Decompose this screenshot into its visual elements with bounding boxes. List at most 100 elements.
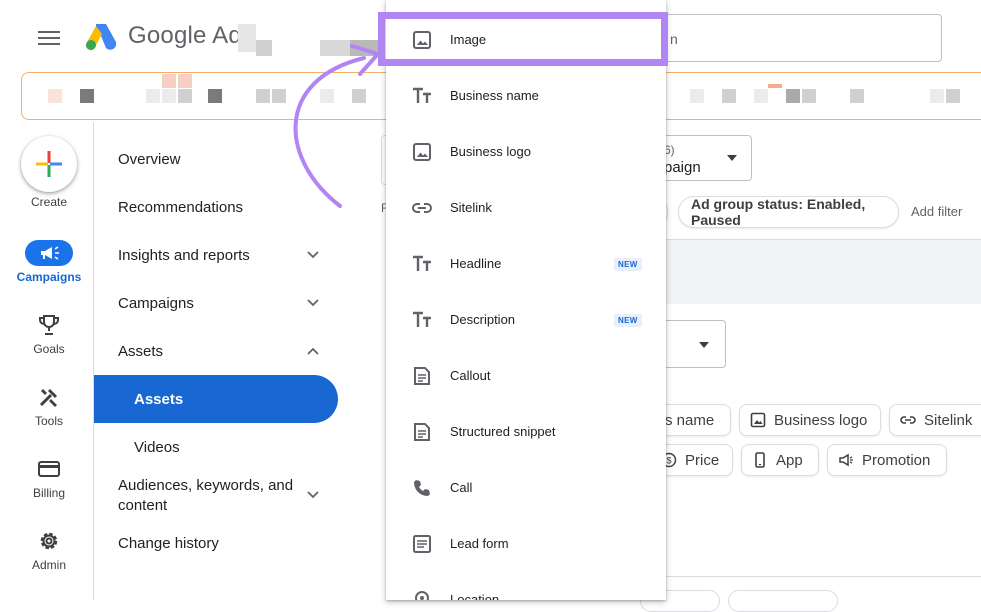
nav-assets-group[interactable]: Assets xyxy=(118,343,163,360)
menu-icon-bar xyxy=(38,31,60,33)
chip-app[interactable]: App xyxy=(741,444,819,476)
trophy-icon[interactable] xyxy=(37,313,61,337)
chip-label: Business logo xyxy=(774,411,868,429)
chip-sitelink[interactable]: Sitelink xyxy=(889,404,981,436)
menu-icon-bar xyxy=(38,43,60,45)
megaphone-icon xyxy=(839,453,853,467)
phone-icon xyxy=(414,480,430,496)
chip-promotion[interactable]: Promotion xyxy=(827,444,947,476)
menu-item-callout[interactable]: Callout xyxy=(386,348,666,404)
highlight-box xyxy=(378,12,668,66)
menu-item-label: Location xyxy=(450,592,500,600)
nav-audiences-line2[interactable]: content xyxy=(118,497,167,514)
document-icon xyxy=(414,367,430,385)
menu-item-call[interactable]: Call xyxy=(386,460,666,516)
nav-recommendations[interactable]: Recommendations xyxy=(118,199,243,216)
menu-item-label: Business logo xyxy=(450,144,531,159)
redacted-pixel xyxy=(850,89,864,103)
campaign-selector-label: paign xyxy=(664,159,701,176)
redacted-pixel xyxy=(930,89,944,103)
redacted-pixel xyxy=(208,89,222,103)
redacted-pixel xyxy=(162,89,176,103)
menu-item-description[interactable]: Description NEW xyxy=(386,292,666,348)
redacted-pixel xyxy=(754,89,768,103)
nav-audiences-line1[interactable]: Audiences, keywords, and xyxy=(118,477,293,494)
menu-item-label: Sitelink xyxy=(450,200,492,215)
credit-card-icon[interactable] xyxy=(37,457,61,481)
menu-item-label: Description xyxy=(450,312,516,327)
phone-app-icon xyxy=(755,452,765,468)
menu-item-structured-snippet[interactable]: Structured snippet xyxy=(386,404,666,460)
redacted-pixel xyxy=(256,89,270,103)
chip-business-logo[interactable]: Business logo xyxy=(739,404,881,436)
menu-item-lead-form[interactable]: Lead form xyxy=(386,516,666,572)
tools-icon[interactable] xyxy=(37,385,61,409)
redacted-pixel xyxy=(178,74,192,88)
redacted-pixel xyxy=(946,89,960,103)
redacted-pixel xyxy=(768,84,782,88)
nav-assets-active[interactable] xyxy=(94,375,338,423)
menu-item-label: Lead form xyxy=(450,536,509,551)
tools-label: Tools xyxy=(34,414,63,428)
menu-item-business-logo[interactable]: Business logo xyxy=(386,124,666,180)
caret-down-icon xyxy=(699,342,709,348)
text-icon xyxy=(413,87,431,103)
redacted-pixel xyxy=(162,74,176,88)
chip-label: Sitelink xyxy=(924,411,973,429)
create-label: Create xyxy=(30,195,68,209)
chip-label: App xyxy=(776,451,803,469)
redacted-block xyxy=(256,40,272,56)
create-button[interactable] xyxy=(21,136,77,192)
chevron-down-icon[interactable] xyxy=(306,248,320,262)
link-icon xyxy=(900,416,916,424)
chevron-up-icon[interactable] xyxy=(306,344,320,358)
ad-group-status-label: Ad group status: Enabled, Paused xyxy=(691,196,866,228)
redacted-pixel xyxy=(80,89,94,103)
main-menu-button[interactable] xyxy=(38,28,60,48)
search-input-text: n xyxy=(670,31,678,47)
nav-campaigns[interactable]: Campaigns xyxy=(118,295,194,312)
google-ads-logo[interactable] xyxy=(84,22,118,52)
form-icon xyxy=(413,535,431,553)
text-icon xyxy=(413,311,431,327)
menu-icon-bar xyxy=(38,37,60,39)
menu-item-business-name[interactable]: Business name xyxy=(386,68,666,124)
ad-group-status-filter[interactable]: Ad group status: Enabled, Paused xyxy=(678,196,899,228)
annotation-arrow-icon xyxy=(293,44,380,208)
admin-label: Admin xyxy=(31,558,66,572)
add-filter-link[interactable]: Add filter xyxy=(911,204,962,219)
nav-overview[interactable]: Overview xyxy=(118,151,181,168)
rail-divider xyxy=(93,122,94,600)
redacted-pixel xyxy=(146,89,160,103)
nav-assets-label: Assets xyxy=(134,391,184,408)
chip-label: Price xyxy=(685,451,720,469)
redacted-pixel xyxy=(722,89,736,103)
image-icon xyxy=(413,143,431,161)
nav-insights-and-reports[interactable]: Insights and reports xyxy=(118,247,250,264)
document-icon xyxy=(414,423,430,441)
bottom-chip[interactable] xyxy=(728,590,838,612)
nav-change-history[interactable]: Change history xyxy=(118,535,219,552)
nav-videos[interactable]: Videos xyxy=(134,439,180,456)
campaigns-rail-button[interactable] xyxy=(25,240,73,266)
product-name: Google Ads xyxy=(128,22,255,49)
text-icon xyxy=(413,255,431,271)
menu-item-label: Structured snippet xyxy=(450,424,556,439)
chip-label: Promotion xyxy=(862,451,931,469)
divider xyxy=(666,576,981,577)
link-icon xyxy=(412,203,432,213)
redacted-pixel xyxy=(786,89,800,103)
redacted-pixel xyxy=(690,89,704,103)
menu-item-label: Business name xyxy=(450,88,539,103)
menu-item-sitelink[interactable]: Sitelink xyxy=(386,180,666,236)
menu-item-label: Headline xyxy=(450,256,502,271)
menu-item-label: Call xyxy=(450,480,473,495)
chevron-down-icon[interactable] xyxy=(306,488,320,502)
gear-icon[interactable] xyxy=(37,529,61,553)
menu-item-location[interactable]: Location xyxy=(386,572,666,600)
menu-item-headline[interactable]: Headline NEW xyxy=(386,236,666,292)
campaigns-rail-label: Campaigns xyxy=(16,270,82,284)
caret-down-icon xyxy=(727,155,737,161)
chevron-down-icon[interactable] xyxy=(306,296,320,310)
redacted-pixel xyxy=(48,89,62,103)
